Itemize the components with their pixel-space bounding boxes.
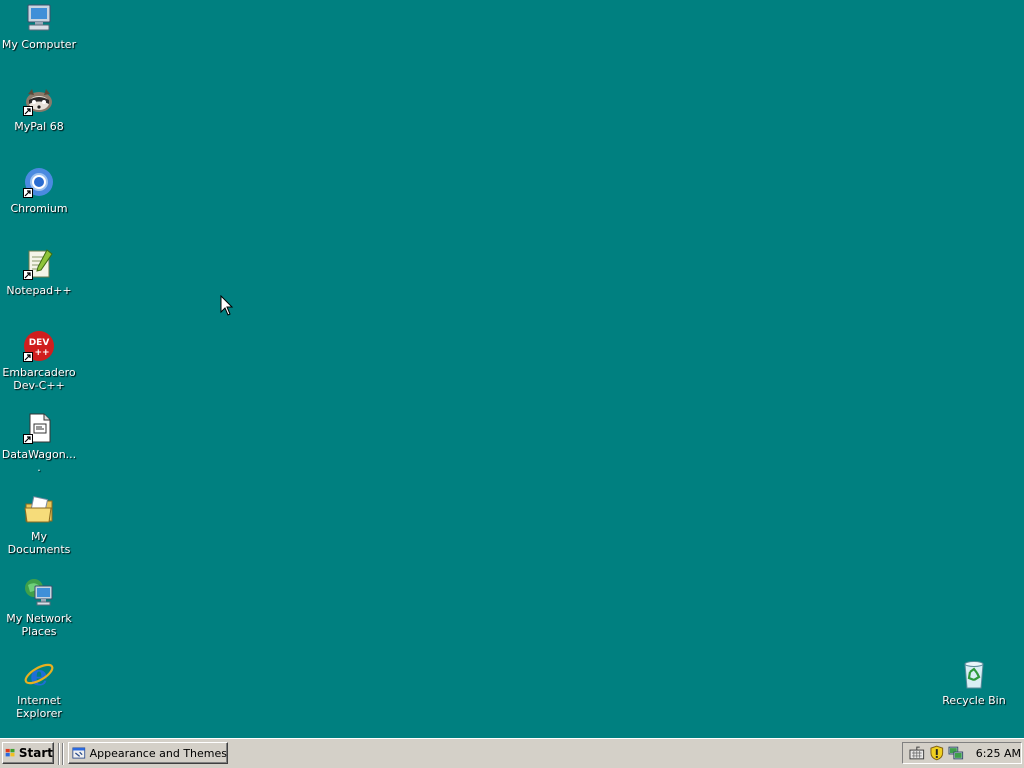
security-shield-icon[interactable] [929, 745, 945, 761]
my-documents-icon [23, 494, 55, 526]
taskbar: Start Appearance and Themes 6:25 AM [0, 738, 1024, 768]
task-label: Appearance and Themes [89, 746, 227, 760]
chromium-icon [23, 166, 55, 198]
svg-text:e: e [30, 659, 48, 690]
notepad-plus-plus-icon [23, 248, 55, 280]
control-panel-icon [72, 747, 86, 759]
shortcut-arrow-icon [23, 188, 33, 198]
desktop-icon-notepad-plus-plus[interactable]: Notepad++ [1, 248, 77, 297]
desktop-icon-network-places[interactable]: My Network Places [1, 576, 77, 638]
datawagon-icon [23, 412, 55, 444]
desktop-icon-my-documents[interactable]: My Documents [1, 494, 77, 556]
recycle-bin-icon [958, 658, 990, 690]
desktop-icon-mypal[interactable]: MyPal 68 [1, 84, 77, 133]
desktop-icon-label: My Computer [1, 38, 77, 51]
desktop-icon-label: Recycle Bin [942, 694, 1006, 707]
internet-explorer-icon: e [23, 658, 55, 690]
desktop-icon-label: Chromium [10, 202, 68, 215]
desktop-icon-label: Internet Explorer [16, 694, 62, 720]
my-computer-icon [23, 2, 55, 34]
desktop-icon-label: My Network Places [6, 612, 72, 638]
desktop-icon-my-computer[interactable]: My Computer [1, 2, 77, 51]
desktop-icon-label: Embarcadero Dev-C++ [2, 366, 76, 392]
shortcut-arrow-icon [23, 106, 33, 116]
taskbar-task-appearance-and-themes[interactable]: Appearance and Themes [68, 742, 228, 764]
mouse-cursor-icon [220, 295, 234, 316]
desktop-icon-devcpp[interactable]: DEV ++ Embarcadero Dev-C++ [1, 330, 77, 392]
desktop-icon-chromium[interactable]: Chromium [1, 166, 77, 215]
network-icon[interactable] [948, 745, 964, 761]
desktop-icon-label: My Documents [7, 530, 71, 556]
desktop-icon-label: MyPal 68 [14, 120, 64, 133]
network-places-icon [23, 576, 55, 608]
start-button[interactable]: Start [2, 742, 54, 764]
taskbar-separator [58, 743, 60, 765]
mypal-icon [23, 84, 55, 116]
start-label: Start [18, 746, 53, 760]
clock[interactable]: 6:25 AM [976, 747, 1021, 760]
desktop[interactable]: My Computer MyPal 68 Chromium Notepad++ … [0, 0, 1024, 738]
windows-logo-icon [5, 748, 15, 757]
system-tray: 6:25 AM [902, 742, 1022, 764]
shortcut-arrow-icon [23, 352, 33, 362]
desktop-icon-datawagon[interactable]: DataWagon.... [1, 412, 77, 474]
desktop-icon-recycle-bin[interactable]: Recycle Bin [936, 658, 1012, 707]
keyboard-icon[interactable] [909, 745, 925, 761]
shortcut-arrow-icon [23, 434, 33, 444]
desktop-icon-label: DataWagon.... [1, 448, 77, 474]
taskbar-separator [62, 743, 64, 765]
shortcut-arrow-icon [23, 270, 33, 280]
desktop-icon-internet-explorer[interactable]: e Internet Explorer [1, 658, 77, 720]
svg-text:++: ++ [34, 348, 49, 358]
devcpp-icon: DEV ++ [23, 330, 55, 362]
desktop-icon-label: Notepad++ [6, 284, 72, 297]
devcpp-badge: DEV [29, 338, 50, 348]
